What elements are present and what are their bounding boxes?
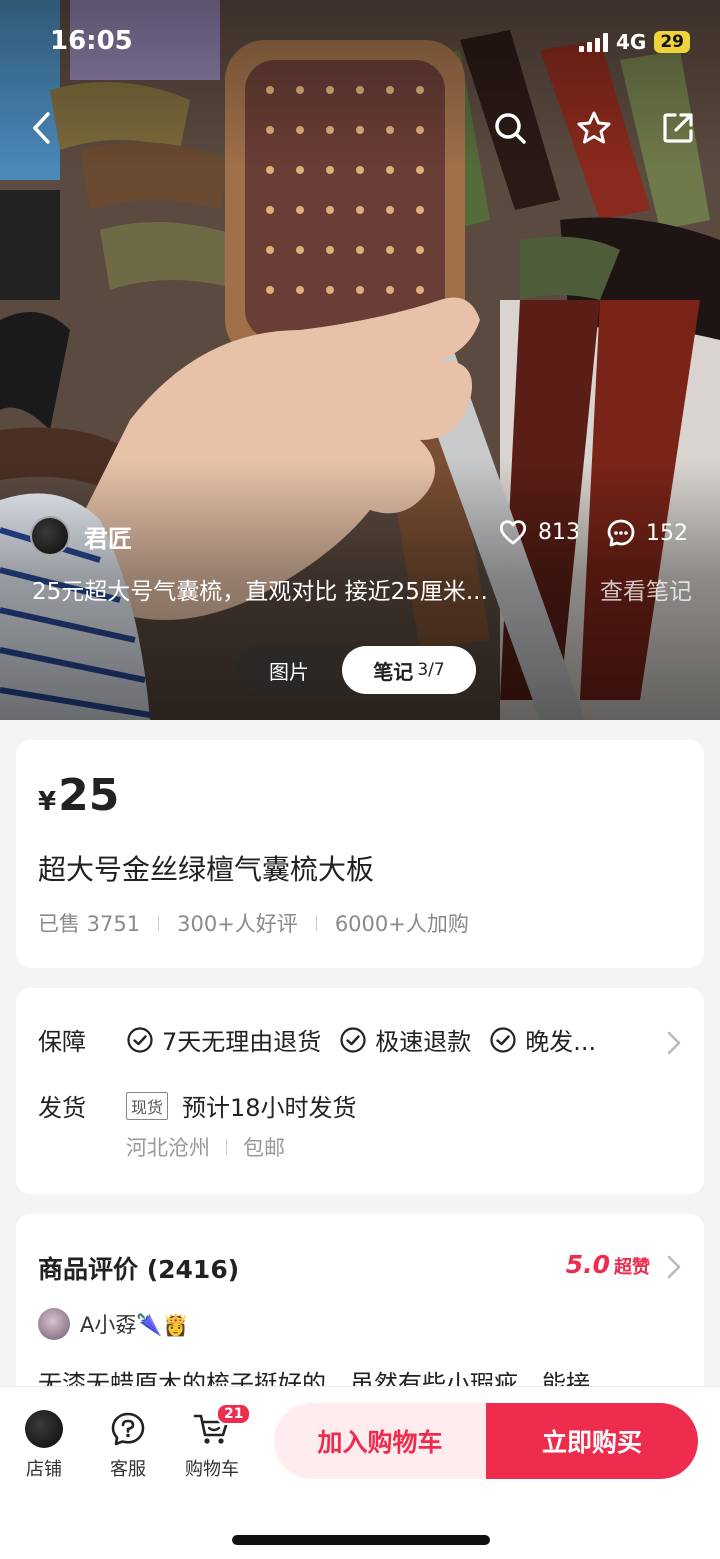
product-image-carousel[interactable]: 16:05 4G 29 君匠 813 152 25元超大号气囊梳，直观对比 接近…	[0, 0, 720, 720]
product-metrics: 已售 3751 300+人好评 6000+人加购	[38, 908, 469, 938]
divider	[158, 915, 160, 931]
chevron-left-icon	[33, 112, 50, 144]
divider	[315, 915, 317, 931]
guarantee-item: 晚发...	[489, 1022, 596, 1057]
cart-button[interactable]: 21 购物车	[177, 1403, 252, 1481]
chevron-right-icon	[667, 1031, 681, 1055]
reviewer-name: A小孬🌂👸	[80, 1313, 189, 1337]
add-to-cart-button[interactable]: 加入购物车	[274, 1403, 486, 1479]
reviewer: A小孬🌂👸	[38, 1308, 189, 1340]
shipping-label: 发货	[38, 1094, 86, 1122]
guarantee-item: 极速退款	[339, 1022, 471, 1057]
author-avatar	[30, 516, 70, 556]
sold-count: 已售 3751	[38, 912, 141, 936]
shipping-row: 发货 现货 预计18小时发货	[38, 1088, 357, 1123]
post-text: 25元超大号气囊梳，直观对比 接近25厘米...	[32, 579, 488, 605]
post-author[interactable]: 君匠	[30, 516, 132, 556]
check-circle-icon	[127, 1026, 153, 1053]
tab-notes[interactable]: 笔记 3/7	[342, 646, 476, 694]
search-button[interactable]	[490, 108, 530, 148]
comment-icon	[607, 519, 635, 547]
divider	[226, 1139, 227, 1155]
tab-notes-count: 3/7	[417, 660, 445, 680]
review-score-value: 5.0	[565, 1250, 610, 1279]
media-tabs: 图片 笔记 3/7	[236, 646, 482, 694]
chat-icon	[111, 1412, 145, 1446]
guarantee-text: 晚发...	[525, 1028, 597, 1056]
heart-icon	[499, 520, 527, 545]
cart-count-badge: 21	[216, 1403, 252, 1425]
currency-symbol: ¥	[38, 787, 57, 817]
view-note-link[interactable]: 查看笔记	[600, 572, 692, 606]
guarantee-item: 7天无理由退货	[126, 1022, 321, 1057]
service-label: 客服	[110, 1459, 146, 1480]
price-value: 25	[58, 770, 120, 821]
buy-now-button[interactable]: 立即购买	[486, 1403, 698, 1479]
product-info-card: ¥ 25 超大号金丝绿檀气囊梳大板 已售 3751 300+人好评 6000+人…	[16, 740, 704, 968]
cart-label: 购物车	[185, 1459, 239, 1480]
check-circle-icon	[490, 1026, 516, 1053]
bottom-action-bar: 店铺 客服 21 购物车 加入购物车 立即购买	[0, 1386, 720, 1559]
reviewer-avatar	[38, 1308, 70, 1340]
comment-count[interactable]: 152	[606, 518, 688, 548]
guarantee-row[interactable]: 保障 7天无理由退货 极速退款 晚发...	[38, 1022, 614, 1057]
guarantee-label: 保障	[38, 1028, 86, 1056]
like-count-value: 813	[538, 519, 580, 545]
tab-notes-label: 笔记	[373, 659, 414, 684]
ship-origin: 河北沧州	[126, 1136, 210, 1160]
service-card[interactable]: 保障 7天无理由退货 极速退款 晚发... 发货 现货 预计18小时发货 河北沧…	[16, 988, 704, 1194]
network-type: 4G	[615, 30, 647, 54]
chevron-right-icon	[667, 1255, 681, 1279]
star-icon	[577, 111, 611, 144]
post-preview[interactable]: 25元超大号气囊梳，直观对比 接近25厘米... 查看笔记	[32, 572, 692, 606]
review-section-title: 商品评价 (2416)	[38, 1255, 240, 1284]
customer-service-button[interactable]: 客服	[93, 1409, 163, 1481]
tab-photos-label: 图片	[269, 659, 309, 684]
shop-button[interactable]: 店铺	[9, 1409, 79, 1481]
review-score-tag: 超赞	[614, 1257, 650, 1278]
tab-photos[interactable]: 图片	[236, 646, 342, 694]
product-title: 超大号金丝绿檀气囊梳大板	[38, 853, 375, 886]
status-time: 16:05	[50, 26, 133, 56]
comment-count-value: 152	[646, 520, 688, 546]
back-button[interactable]	[22, 108, 62, 148]
guarantee-text: 7天无理由退货	[162, 1028, 322, 1056]
check-circle-icon	[340, 1026, 366, 1053]
postage: 包邮	[243, 1136, 285, 1160]
shipping-time: 预计18小时发货	[182, 1094, 357, 1122]
shipping-details: 河北沧州 包邮	[126, 1132, 285, 1162]
share-icon	[663, 113, 693, 143]
added-to-cart-count: 6000+人加购	[334, 912, 469, 936]
search-icon	[495, 113, 526, 144]
stock-tag: 现货	[126, 1091, 169, 1120]
battery-icon: 29	[654, 31, 690, 53]
author-name: 君匠	[84, 524, 132, 553]
like-count[interactable]: 813	[498, 518, 580, 546]
signal-icon	[578, 32, 608, 52]
good-review-count: 300+人好评	[177, 912, 298, 936]
guarantee-text: 极速退款	[375, 1028, 472, 1056]
shop-avatar-icon	[25, 1410, 63, 1448]
share-button[interactable]	[658, 108, 698, 148]
status-indicators: 4G 29	[578, 30, 690, 54]
review-score[interactable]: 5.0 超赞	[566, 1250, 650, 1279]
favorite-button[interactable]	[574, 108, 614, 148]
shop-label: 店铺	[26, 1459, 62, 1480]
home-indicator	[232, 1535, 490, 1545]
product-price: ¥ 25	[38, 770, 119, 821]
